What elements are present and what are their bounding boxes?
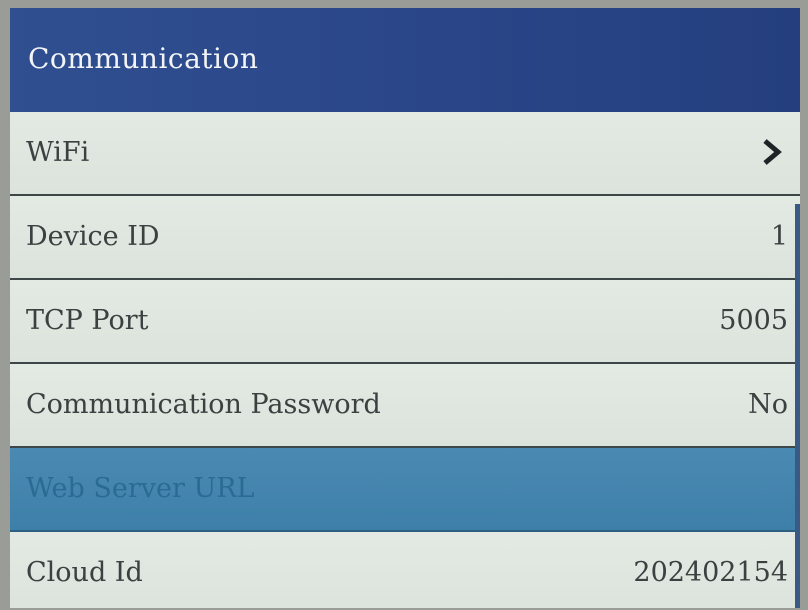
menu-item-communication-password[interactable]: Communication Password No <box>10 364 800 448</box>
menu-item-cloud-id[interactable]: Cloud Id 202402154 <box>10 532 800 608</box>
menu-item-label: Cloud Id <box>26 557 143 588</box>
menu-item-tcp-port[interactable]: TCP Port 5005 <box>10 280 800 364</box>
menu-item-label: Device ID <box>26 221 160 252</box>
page-title: Communication <box>28 42 259 75</box>
menu-header: Communication <box>10 8 800 112</box>
menu-item-device-id[interactable]: Device ID 1 <box>10 196 800 280</box>
menu-item-wifi[interactable]: WiFi <box>10 112 800 196</box>
menu-item-web-server-url[interactable]: Web Server URL <box>10 448 800 532</box>
menu-item-label: Communication Password <box>26 389 381 420</box>
scrollbar[interactable] <box>795 204 800 608</box>
menu-item-value: 202402154 <box>633 557 788 588</box>
menu-item-value: No <box>748 389 788 420</box>
chevron-right-icon <box>763 139 782 165</box>
menu-item-label: Web Server URL <box>26 473 255 504</box>
device-screen: Communication WiFi Device ID 1 TCP Port … <box>10 8 800 608</box>
menu-item-value: 5005 <box>719 305 788 336</box>
menu-item-label: WiFi <box>26 137 90 168</box>
menu-item-value: 1 <box>770 221 788 252</box>
menu-item-label: TCP Port <box>26 305 149 336</box>
